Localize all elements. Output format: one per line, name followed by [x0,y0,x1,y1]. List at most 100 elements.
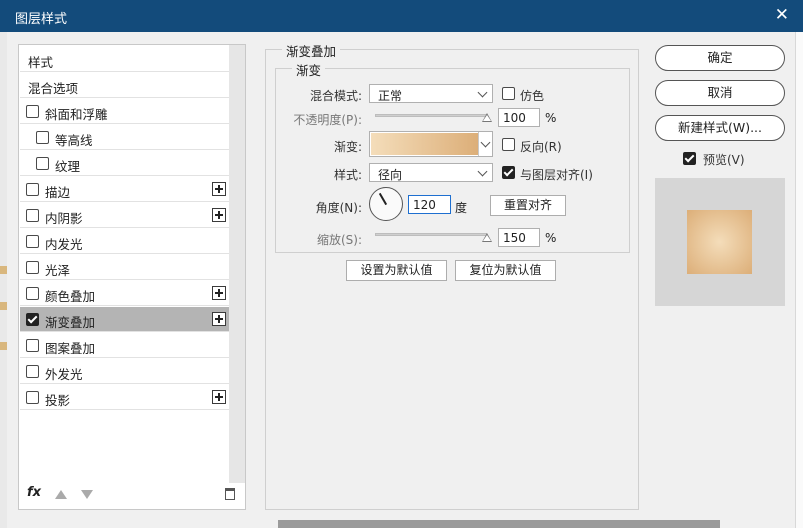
style-item-checkbox[interactable] [26,339,39,352]
add-effect-icon[interactable] [212,390,226,404]
fx-icon[interactable]: fx [27,485,41,500]
move-up-icon[interactable] [55,490,67,499]
angle-input[interactable]: 120 [408,195,451,214]
cancel-button[interactable]: 取消 [655,80,785,106]
style-item[interactable]: 外发光 [20,359,230,384]
style-item[interactable]: 内发光 [20,229,230,254]
style-item[interactable]: 纹理 [20,151,230,176]
reset-default-button[interactable]: 复位为默认值 [455,260,556,281]
background-edge-left [0,32,7,528]
background-edge-right [795,32,803,528]
preview-checkbox[interactable] [683,152,696,165]
ok-button[interactable]: 确定 [655,45,785,71]
opacity-slider[interactable] [375,114,487,117]
blend-mode-label: 混合模式: [309,89,362,103]
gradient-overlay-title: 渐变叠加 [282,41,341,60]
gradient-preview[interactable] [371,133,479,155]
style-item[interactable]: 光泽 [20,255,230,280]
new-style-button[interactable]: 新建样式(W)... [655,115,785,141]
style-item-label: 外发光 [45,367,83,382]
blend-mode-value: 正常 [378,89,403,103]
opacity-label: 不透明度(P): [293,113,362,127]
style-list: 样式 混合选项 斜面和浮雕等高线纹理描边内阴影内发光光泽颜色叠加渐变叠加图案叠加… [18,44,246,510]
style-item-checkbox[interactable] [26,287,39,300]
style-value: 径向 [378,168,403,182]
scale-unit: % [545,231,557,245]
align-with-layer-checkbox[interactable] [502,166,515,179]
list-scrollbar[interactable] [229,45,245,483]
scale-label: 缩放(S): [316,233,362,247]
style-item-label: 投影 [45,393,71,408]
style-item[interactable]: 斜面和浮雕 [20,99,230,124]
trash-icon[interactable] [225,488,235,500]
preview-label: 预览(V) [703,153,745,167]
chevron-down-icon [480,137,491,148]
style-item[interactable]: 投影 [20,385,230,410]
style-item-checkbox[interactable] [26,105,39,118]
preview-swatch [687,210,752,274]
style-item-checkbox[interactable] [26,209,39,222]
gradient-label: 渐变: [333,140,362,154]
angle-indicator [378,193,387,206]
style-item-checkbox[interactable] [26,261,39,274]
opacity-input[interactable]: 100 [498,108,540,127]
blend-mode-select[interactable]: 正常 [369,84,493,103]
style-list-header[interactable]: 样式 [20,47,230,72]
style-item-checkbox[interactable] [26,183,39,196]
scale-slider-thumb[interactable] [482,233,492,242]
style-item-checkbox[interactable] [36,157,49,170]
opacity-unit: % [545,111,557,125]
style-item-checkbox[interactable] [26,235,39,248]
background-strip [278,520,720,528]
style-item-label: 内发光 [45,237,83,252]
style-label: 样式: [333,168,362,182]
style-item-label: 图案叠加 [45,341,96,356]
style-item-label: 斜面和浮雕 [45,107,108,122]
style-item-label: 光泽 [45,263,71,278]
reverse-checkbox[interactable] [502,138,515,151]
style-item[interactable]: 内阴影 [20,203,230,228]
style-item-checkbox[interactable] [26,313,39,326]
style-item[interactable]: 渐变叠加 [20,307,230,332]
angle-label: 角度(N): [315,201,362,215]
title-bar: 图层样式 ✕ [0,0,803,32]
move-down-icon[interactable] [81,490,93,499]
scale-input[interactable]: 150 [498,228,540,247]
style-item-label: 内阴影 [45,211,83,226]
style-item[interactable]: 描边 [20,177,230,202]
style-item-checkbox[interactable] [26,391,39,404]
blend-options-item[interactable]: 混合选项 [20,73,230,98]
chevron-down-icon [477,87,488,98]
set-default-button[interactable]: 设置为默认值 [346,260,447,281]
chevron-down-icon [477,166,488,177]
align-with-layer-label: 与图层对齐(I) [520,168,593,182]
scale-slider[interactable] [375,233,487,236]
blend-options-label: 混合选项 [28,81,79,96]
style-item[interactable]: 等高线 [20,125,230,150]
style-list-header-label: 样式 [28,55,54,70]
gradient-subgroup-title: 渐变 [292,60,326,79]
style-item-label: 描边 [45,185,71,200]
style-item-label: 渐变叠加 [45,315,96,330]
reset-align-button[interactable]: 重置对齐 [490,195,566,216]
style-item-checkbox[interactable] [26,365,39,378]
angle-dial[interactable] [369,187,403,221]
window-title: 图层样式 [15,12,68,27]
add-effect-icon[interactable] [212,182,226,196]
gradient-dropdown[interactable] [478,132,492,156]
opacity-slider-thumb[interactable] [482,113,492,122]
style-item[interactable]: 图案叠加 [20,333,230,358]
add-effect-icon[interactable] [212,286,226,300]
dither-checkbox[interactable] [502,87,515,100]
close-icon[interactable]: ✕ [775,5,789,25]
gradient-picker[interactable] [369,131,493,157]
style-item-checkbox[interactable] [36,131,49,144]
add-effect-icon[interactable] [212,312,226,326]
style-select[interactable]: 径向 [369,163,493,182]
style-item[interactable]: 颜色叠加 [20,281,230,306]
style-preview [655,178,785,306]
add-effect-icon[interactable] [212,208,226,222]
reverse-label: 反向(R) [520,140,562,154]
list-footer: fx [19,481,245,509]
style-item-label: 等高线 [55,133,93,148]
